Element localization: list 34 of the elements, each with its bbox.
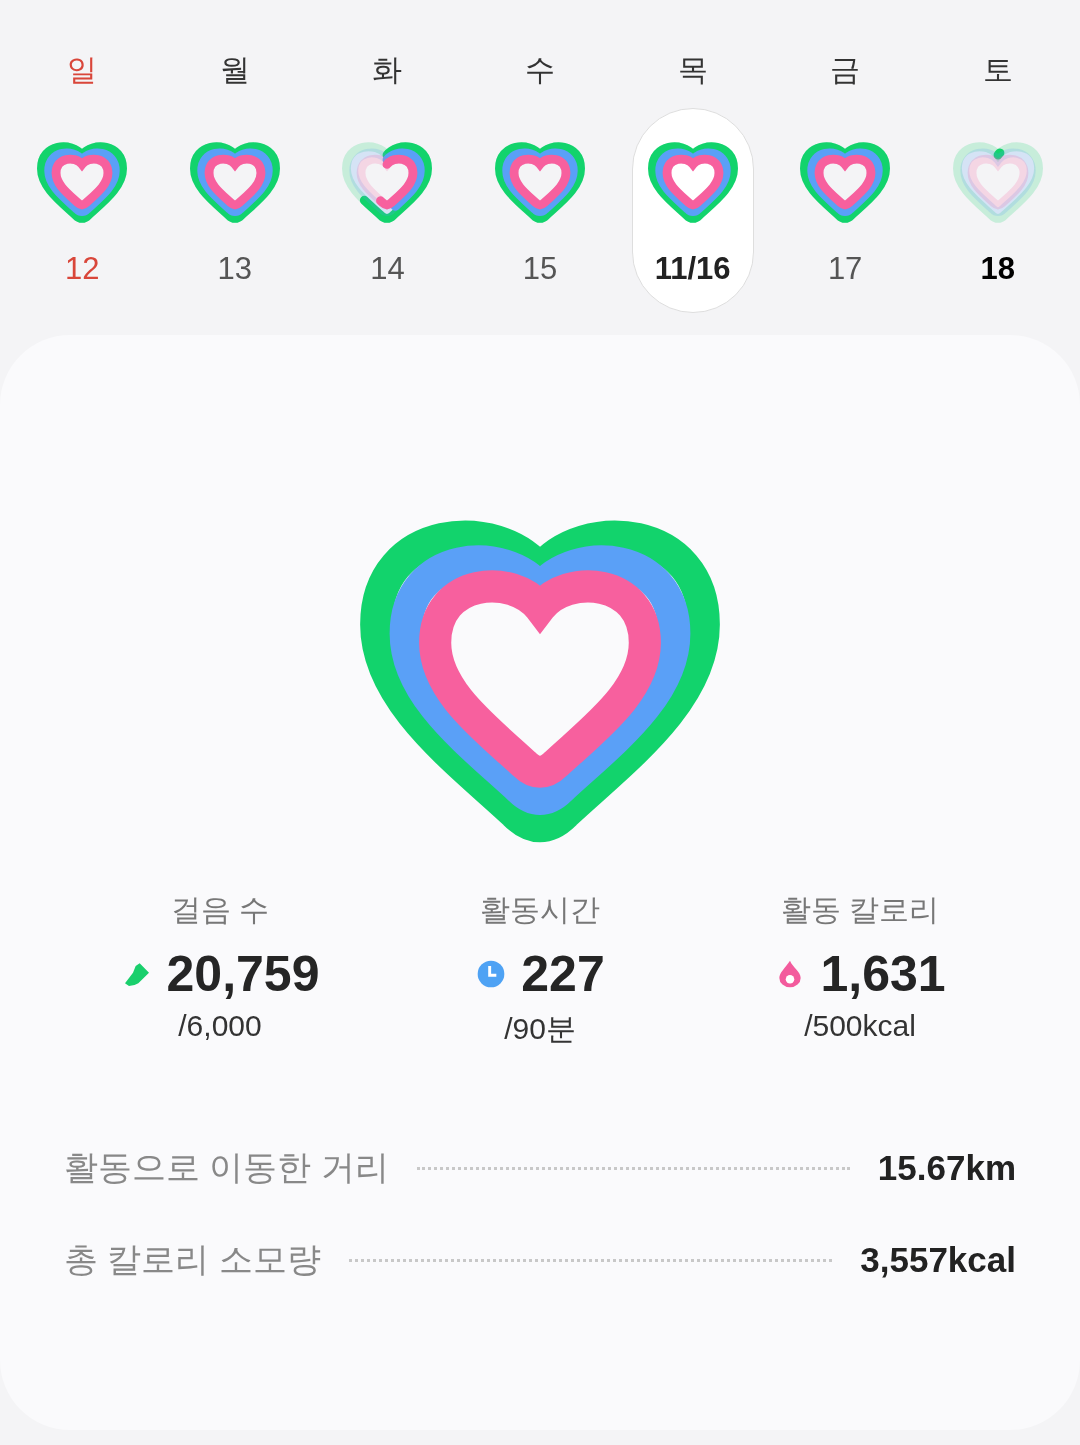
stat-goal: /6,000 bbox=[178, 1009, 262, 1043]
date-label: 11/16 bbox=[654, 251, 731, 287]
stat-label: 걸음 수 bbox=[170, 892, 270, 928]
date-label: 12 bbox=[65, 251, 100, 287]
summary-value: 3,557kcal bbox=[860, 1240, 1016, 1280]
weekday-label: 목 bbox=[677, 52, 708, 88]
day-tab[interactable]: 13 bbox=[173, 108, 296, 313]
stat-value: 227 bbox=[521, 945, 605, 1003]
date-label: 13 bbox=[217, 251, 253, 287]
day-tab[interactable]: 18 bbox=[936, 108, 1059, 313]
weekday-label: 금 bbox=[830, 52, 861, 88]
weekday-label: 월 bbox=[219, 52, 250, 88]
stat-goal: /500kcal bbox=[804, 1009, 916, 1043]
stat-label: 활동 칼로리 bbox=[780, 892, 940, 928]
weekday-label: 화 bbox=[372, 52, 403, 88]
day-tab[interactable]: 12 bbox=[21, 108, 144, 313]
date-label: 15 bbox=[522, 251, 558, 287]
stat-value: 1,631 bbox=[820, 945, 946, 1003]
stat-goal: /90분 bbox=[504, 1011, 576, 1047]
stat-label: 활동시간 bbox=[480, 892, 600, 928]
day-tab[interactable]: 11/16 bbox=[631, 108, 754, 313]
summary-label: 총 칼로리 소모량 bbox=[64, 1239, 321, 1280]
date-label: 14 bbox=[370, 251, 405, 287]
weekday-label: 일 bbox=[67, 52, 98, 88]
date-label: 17 bbox=[827, 251, 863, 287]
weekday-label: 수 bbox=[525, 52, 555, 88]
weekday-label: 토 bbox=[982, 52, 1013, 88]
stat-value: 20,759 bbox=[166, 945, 320, 1003]
day-tab[interactable]: 17 bbox=[784, 108, 907, 313]
summary-value: 15.67km bbox=[877, 1148, 1016, 1188]
day-tab[interactable]: 14 bbox=[326, 108, 449, 313]
summary-label: 활동으로 이동한 거리 bbox=[64, 1147, 389, 1188]
day-tab[interactable]: 15 bbox=[479, 108, 601, 313]
date-label: 18 bbox=[980, 251, 1015, 287]
